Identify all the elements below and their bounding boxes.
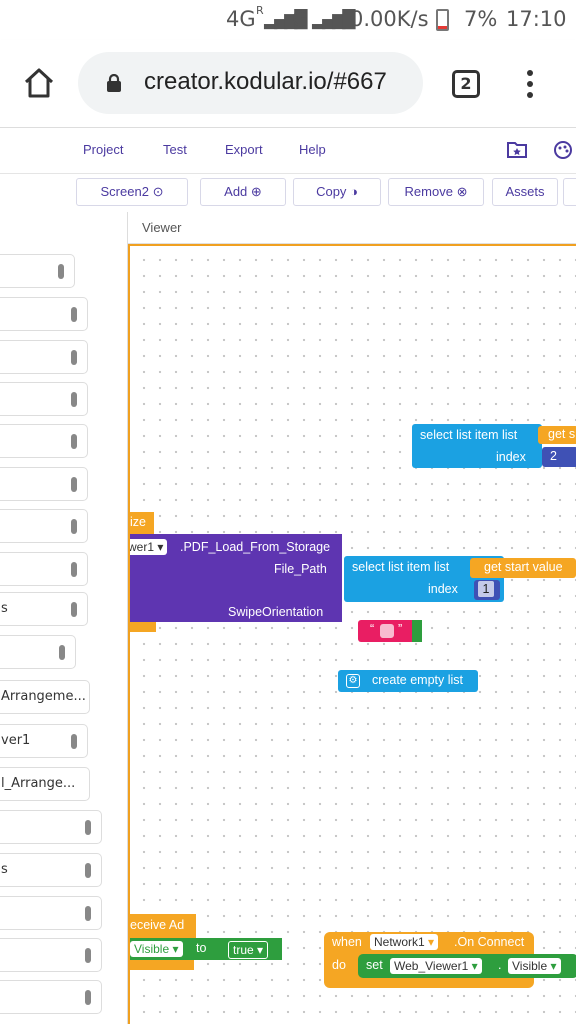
copy-screen-label: Copy (316, 184, 347, 199)
viewer-header: Viewer (128, 212, 576, 244)
remove-screen-button[interactable]: Remove ⊗ (388, 178, 484, 206)
lock-icon (106, 73, 122, 92)
home-icon[interactable] (20, 64, 58, 102)
visibility-toggle[interactable] (59, 645, 65, 660)
component-item[interactable] (0, 382, 88, 416)
menu-test[interactable]: Test (163, 142, 187, 157)
text-input[interactable] (380, 624, 394, 638)
visibility-toggle[interactable] (71, 562, 77, 577)
network-type-2: G (292, 7, 309, 31)
component-item[interactable] (0, 509, 88, 543)
clock: 17:10 (506, 7, 567, 31)
address-bar[interactable]: creator.kodular.io/#667 (78, 52, 423, 114)
component-item[interactable] (0, 424, 88, 458)
tab-switcher-button[interactable]: 2 (452, 70, 480, 98)
copy-icon: ◑ (350, 184, 358, 199)
component-item[interactable]: Arrangeme... (0, 680, 90, 714)
visibility-toggle[interactable] (85, 863, 91, 878)
roaming-indicator: R (256, 4, 264, 17)
screen-selector-button[interactable]: Screen2 ⊙ (76, 178, 188, 206)
gear-icon[interactable]: ⚙ (346, 674, 360, 688)
component-item[interactable] (0, 980, 102, 1014)
visibility-toggle[interactable] (71, 477, 77, 492)
chevron-down-icon: ⊙ (152, 184, 164, 199)
toolbar-overflow-button[interactable] (563, 178, 576, 206)
signal-icon-2: ▂▄▆█ (312, 10, 355, 30)
browser-toolbar: creator.kodular.io/#667 2 (0, 40, 576, 128)
property-dropdown[interactable]: Visible ▾ (130, 941, 183, 957)
folder-star-icon[interactable] (507, 140, 527, 158)
visibility-toggle[interactable] (71, 350, 77, 365)
component-item[interactable] (0, 938, 102, 972)
components-panel: s Arrangeme... ver1 l_Arrange... s (0, 212, 128, 1024)
visibility-toggle[interactable] (71, 602, 77, 617)
visibility-toggle[interactable] (85, 820, 91, 835)
network-dropdown[interactable]: Network1 ▾ (370, 934, 439, 950)
visibility-toggle[interactable] (71, 392, 77, 407)
component-item[interactable] (0, 635, 76, 669)
visibility-toggle[interactable] (85, 990, 91, 1005)
event-block-fragment[interactable]: ize (130, 512, 154, 534)
screen-selector-label: Screen2 (100, 184, 149, 199)
url-text: creator.kodular.io/#667 (144, 68, 387, 95)
network-speed: 0.00K/s (350, 7, 429, 31)
battery-level: 7% (464, 7, 498, 31)
component-item[interactable] (0, 896, 102, 930)
add-screen-label: Add (224, 184, 248, 199)
select-list-item-block[interactable]: select list item list index (412, 424, 542, 468)
visibility-toggle[interactable] (71, 307, 77, 322)
number-block-2[interactable]: 1 (474, 580, 500, 600)
remove-screen-label: Remove (404, 184, 453, 199)
component-item[interactable] (0, 340, 88, 374)
network-type: 4G (226, 7, 256, 31)
event-block-bottom (130, 622, 156, 632)
visibility-toggle[interactable] (71, 734, 77, 749)
visibility-toggle[interactable] (71, 434, 77, 449)
visibility-toggle[interactable] (71, 519, 77, 534)
component-item[interactable] (0, 297, 88, 331)
receive-ad-event-block[interactable]: eceive Ad (130, 914, 196, 938)
number-block[interactable]: 2 (542, 447, 576, 467)
web-viewer-dropdown[interactable]: Web_Viewer1 ▾ (390, 958, 482, 974)
assets-button[interactable]: Assets (492, 178, 558, 206)
set-visible-block[interactable]: Visible ▾ to true ▾ (130, 938, 282, 960)
component-dropdown[interactable]: wer1 ▾ (130, 539, 168, 555)
close-circle-icon: ⊗ (456, 184, 468, 199)
visibility-toggle[interactable] (58, 264, 64, 279)
component-item[interactable] (0, 254, 75, 288)
battery-icon (436, 9, 449, 31)
menu-project[interactable]: Project (83, 142, 123, 157)
text-string-block[interactable]: “ ” (358, 620, 422, 642)
visible-property-dropdown[interactable]: Visible ▾ (508, 958, 561, 974)
blocks-workspace[interactable]: select list item list index get s 2 ize … (128, 244, 576, 1024)
true-dropdown[interactable]: true ▾ (228, 941, 269, 959)
component-item[interactable] (0, 810, 102, 844)
add-screen-button[interactable]: Add ⊕ (200, 178, 286, 206)
viewer-title: Viewer (142, 220, 182, 235)
pdf-load-from-storage-block[interactable]: wer1 ▾ .PDF_Load_From_Storage File_Path … (130, 534, 342, 622)
menu-help[interactable]: Help (299, 142, 326, 157)
component-item[interactable]: l_Arrange... (0, 767, 90, 801)
plus-circle-icon: ⊕ (250, 184, 262, 199)
set-web-viewer-visible-block[interactable]: set Web_Viewer1 ▾ . Visible ▾ (358, 954, 576, 978)
component-item[interactable]: s (0, 853, 102, 887)
get-start-value-block[interactable]: get start value (470, 558, 576, 578)
component-item[interactable] (0, 552, 88, 586)
palette-icon[interactable] (553, 140, 573, 160)
copy-screen-button[interactable]: Copy ◑ (293, 178, 381, 206)
designer-toolbar: Screen2 ⊙ Add ⊕ Copy ◑ Remove ⊗ Assets (0, 174, 576, 212)
visibility-toggle[interactable] (85, 906, 91, 921)
create-empty-list-block[interactable]: ⚙ create empty list (338, 670, 478, 692)
menu-export[interactable]: Export (225, 142, 263, 157)
more-menu-icon[interactable] (526, 69, 534, 99)
component-item[interactable] (0, 467, 88, 501)
event-block-bottom-2 (130, 960, 194, 970)
status-bar: 4G R ▂▄▆█ G ▂▄▆█ 0.00K/s 7% 17:10 (0, 0, 576, 40)
get-variable-block[interactable]: get s (538, 426, 576, 444)
menu-bar: Project Test Export Help (0, 128, 576, 174)
component-item[interactable]: ver1 (0, 724, 88, 758)
visibility-toggle[interactable] (85, 948, 91, 963)
component-item[interactable]: s (0, 592, 88, 626)
